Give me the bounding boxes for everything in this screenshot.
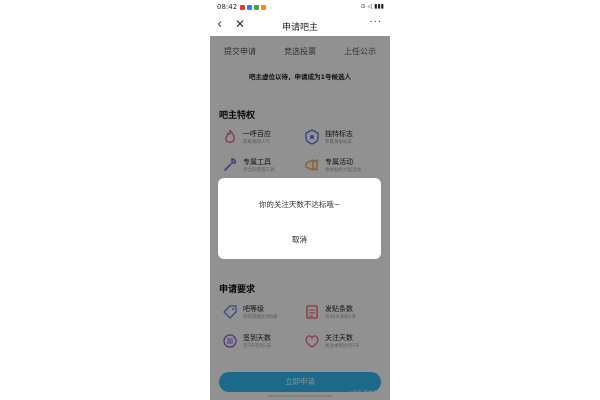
alert-dialog: 你的关注天数不达标哦~ 取消 xyxy=(218,178,381,259)
app-notification-icon xyxy=(247,5,252,10)
page-title: 申请吧主 xyxy=(281,23,318,33)
app-notification-icon xyxy=(261,5,266,10)
notification-icons xyxy=(240,5,266,10)
cancel-button[interactable]: 取消 xyxy=(218,234,381,245)
dialog-message: 你的关注天数不达标哦~ xyxy=(258,200,341,209)
status-bar: 08:42 ⊙ ◁ ▮▮▮ xyxy=(210,0,390,16)
ellipsis-icon[interactable]: ··· xyxy=(369,17,382,28)
app-notification-icon xyxy=(254,5,259,10)
phone-screen: 08:42 ⊙ ◁ ▮▮▮ ‹ ✕ 申请吧主 ··· 提交申请 竞选投票 上任公… xyxy=(210,0,390,400)
status-indicators: ⊙ ◁ ▮▮▮ xyxy=(360,3,384,10)
nav-bar: ‹ ✕ 申请吧主 ··· xyxy=(210,16,390,36)
status-time: 08:42 xyxy=(217,3,238,11)
app-notification-icon xyxy=(240,5,245,10)
